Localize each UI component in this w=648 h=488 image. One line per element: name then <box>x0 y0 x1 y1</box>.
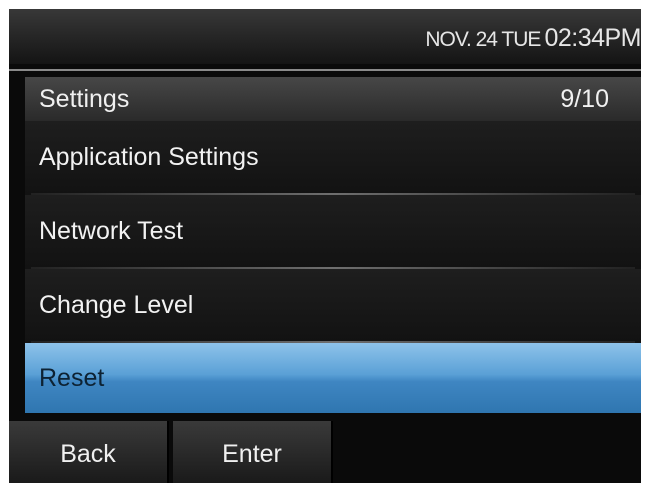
menu-item-label: Change Level <box>39 291 194 319</box>
menu-item-application-settings[interactable]: Application Settings <box>25 121 641 195</box>
back-softkey[interactable]: Back <box>9 421 169 483</box>
phone-display: NOV. 24 TUE 02:34PM Settings 9/10 Applica… <box>9 9 641 483</box>
page-indicator: 9/10 <box>560 85 609 113</box>
back-softkey-label: Back <box>60 440 116 468</box>
date-time: NOV. 24 TUE 02:34PM <box>425 9 641 64</box>
settings-panel: Settings 9/10 Application Settings Netwo… <box>25 77 641 413</box>
menu-item-network-test[interactable]: Network Test <box>25 195 641 269</box>
page-title: Settings <box>39 85 130 113</box>
status-divider <box>9 69 641 71</box>
status-bar: NOV. 24 TUE 02:34PM <box>9 9 641 64</box>
menu-item-reset[interactable]: Reset <box>25 343 641 413</box>
panel-header: Settings 9/10 <box>25 77 641 121</box>
softkey-bar: Back Enter <box>9 421 641 483</box>
menu-item-label: Application Settings <box>39 143 259 171</box>
enter-softkey-label: Enter <box>222 440 282 468</box>
status-date: NOV. 24 TUE <box>425 28 541 51</box>
menu-item-label: Reset <box>39 364 105 392</box>
menu-item-label: Network Test <box>39 217 184 245</box>
status-time: 02:34PM <box>544 24 641 52</box>
menu-item-change-level[interactable]: Change Level <box>25 269 641 343</box>
enter-softkey[interactable]: Enter <box>173 421 333 483</box>
